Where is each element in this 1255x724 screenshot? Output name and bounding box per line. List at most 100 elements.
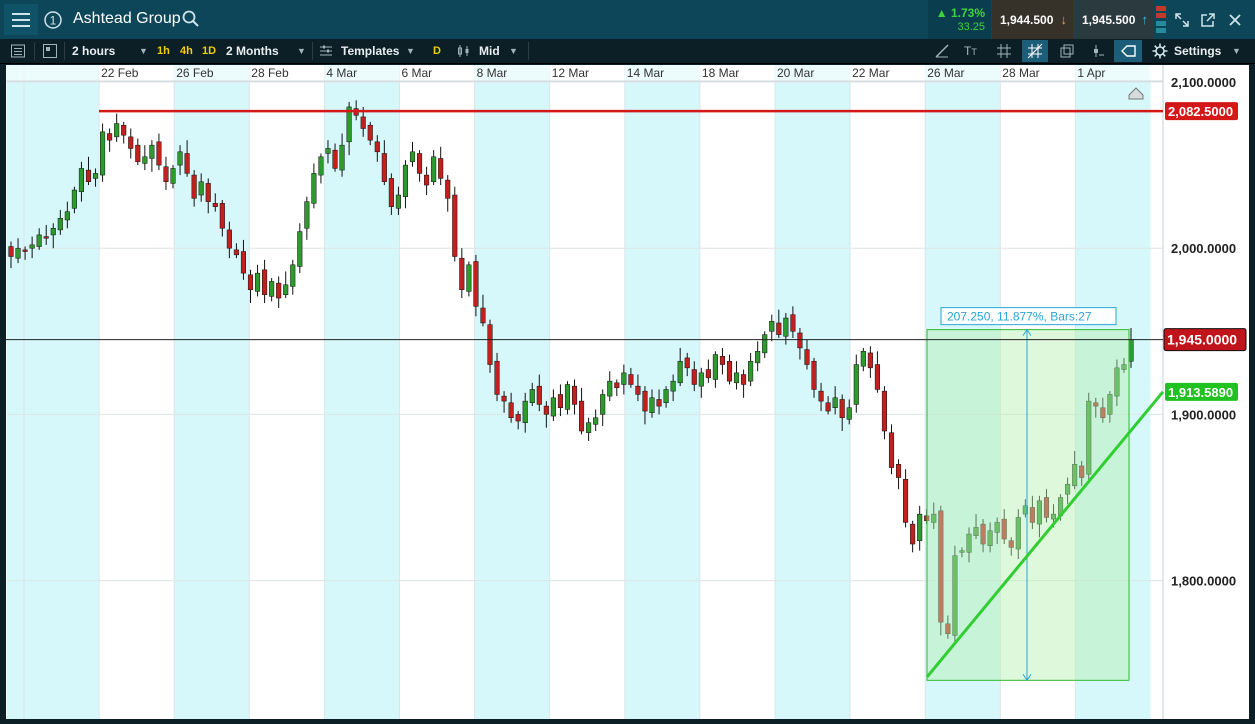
x-tick-label: 12 Mar	[552, 66, 589, 80]
candle-up	[755, 350, 761, 364]
chart-bottom-edge	[0, 719, 1255, 724]
chevron-down-icon[interactable]: ▼	[139, 39, 148, 63]
candle-down	[367, 124, 373, 141]
interval-select[interactable]: 2 hours	[72, 39, 115, 63]
candle-down	[874, 364, 880, 390]
candle-up	[114, 123, 120, 138]
candle-up	[698, 372, 704, 387]
candle-down	[867, 352, 873, 369]
toolbar-divider	[64, 42, 65, 60]
hamburger-menu-icon	[12, 12, 30, 27]
buy-price: 1,945.500	[1082, 13, 1136, 27]
x-tick-label: 28 Feb	[251, 66, 289, 80]
candle-up	[311, 173, 317, 204]
weekend-shade	[7, 64, 24, 719]
candle-down	[536, 385, 542, 405]
current-price-label: 1,945.0000	[1167, 332, 1237, 348]
candle-up	[170, 168, 176, 184]
candle-up	[36, 234, 42, 247]
candle-down	[424, 174, 430, 186]
instrument-title[interactable]: Ashtead Group	[73, 10, 181, 28]
candle-up	[748, 360, 754, 382]
candle-up	[304, 201, 310, 229]
chevron-down-icon[interactable]: ▼	[509, 39, 518, 63]
close-button[interactable]	[1225, 4, 1245, 35]
price-chart[interactable]: 22 Feb 26 Feb 28 Feb 4 Mar 6 Mar 8 Mar 12 Mar 1…	[0, 64, 1255, 724]
chevron-down-icon[interactable]: ▼	[406, 39, 415, 63]
candle-up	[71, 189, 77, 209]
y-tick-label: 2,100.0000	[1171, 75, 1236, 90]
candle-up	[100, 131, 106, 176]
x-tick-label: 28 Mar	[1002, 66, 1039, 80]
candle-up	[297, 231, 303, 267]
measure-label: 207.250, 11.877%, Bars:27	[947, 310, 1092, 324]
measure-box[interactable]	[926, 329, 1130, 681]
candle-down	[191, 174, 197, 199]
quick-interval-1h[interactable]: 1h	[157, 39, 170, 63]
menu-button[interactable]	[4, 4, 38, 35]
list-view-icon[interactable]	[10, 43, 26, 59]
quick-interval-1d[interactable]: 1D	[202, 39, 216, 63]
templates-button[interactable]: Templates	[341, 39, 399, 63]
candle-up	[917, 513, 923, 541]
candle-up	[466, 264, 472, 292]
candle-down	[726, 360, 733, 382]
resistance-price-label: 2,082.5000	[1168, 104, 1233, 119]
indicator-icon[interactable]	[1090, 43, 1106, 59]
x-tick-label: 26 Mar	[927, 66, 964, 80]
quick-interval-4h[interactable]: 4h	[180, 39, 193, 63]
depth-ladder-icon[interactable]	[1156, 4, 1166, 35]
candle-up	[269, 281, 275, 297]
candle-down	[910, 523, 916, 545]
text-tool-button[interactable]: TT	[964, 39, 977, 63]
popout-icon	[1201, 12, 1215, 27]
x-tick-label: 4 Mar	[326, 66, 357, 80]
candle-up	[550, 397, 556, 417]
candle-down	[515, 414, 521, 422]
price-change-box: ▲ 1.73% 33.25	[928, 0, 991, 39]
candle-down	[374, 141, 380, 153]
candle-up	[607, 380, 613, 397]
expand-button[interactable]	[1172, 4, 1192, 35]
candle-up	[395, 194, 401, 209]
x-tick-label: 22 Mar	[852, 66, 889, 80]
candle-down	[135, 144, 141, 163]
candlestick-type-icon[interactable]	[456, 43, 472, 59]
candle-down	[719, 355, 725, 365]
y-tick-label: 1,900.0000	[1171, 407, 1236, 422]
settings-button[interactable]: Settings	[1174, 39, 1221, 63]
candle-up	[522, 400, 528, 423]
chevron-down-icon[interactable]: ▼	[297, 39, 306, 63]
x-tick-label: 18 Mar	[702, 66, 739, 80]
chevron-down-icon[interactable]: ▼	[1232, 39, 1241, 63]
d-toggle[interactable]: D	[433, 39, 441, 63]
candle-down	[818, 390, 824, 402]
sell-price-button[interactable]: 1,944.500 ↓	[992, 0, 1073, 39]
toolbar-divider	[528, 42, 529, 60]
candle-up	[290, 264, 296, 287]
workspace-counter-button[interactable]: 1	[40, 4, 66, 35]
grid-toggle-icon[interactable]	[996, 43, 1012, 59]
up-triangle-icon: ▲	[935, 6, 951, 20]
price-type-select[interactable]: Mid	[479, 39, 500, 63]
price-tag-icon	[1121, 45, 1136, 57]
layout-grid-icon[interactable]	[42, 43, 58, 59]
gear-icon[interactable]	[1152, 43, 1168, 59]
x-tick-label: 6 Mar	[402, 66, 433, 80]
weekend-shade	[775, 64, 851, 719]
draw-line-icon[interactable]	[934, 43, 950, 59]
candle-up	[712, 354, 718, 380]
popout-button[interactable]	[1198, 4, 1218, 35]
search-icon[interactable]	[181, 9, 201, 29]
candle-down	[22, 249, 28, 252]
candle-up	[649, 397, 655, 413]
range-select[interactable]: 2 Months	[226, 39, 279, 63]
templates-icon[interactable]	[318, 43, 334, 59]
buy-price-button[interactable]: 1,945.500 ↑	[1074, 0, 1154, 39]
candle-up	[846, 407, 852, 420]
candle-down	[156, 141, 162, 166]
weekend-shade	[24, 64, 100, 719]
candle-down	[233, 249, 239, 256]
candle-down	[839, 399, 845, 418]
layers-icon[interactable]	[1059, 43, 1075, 59]
